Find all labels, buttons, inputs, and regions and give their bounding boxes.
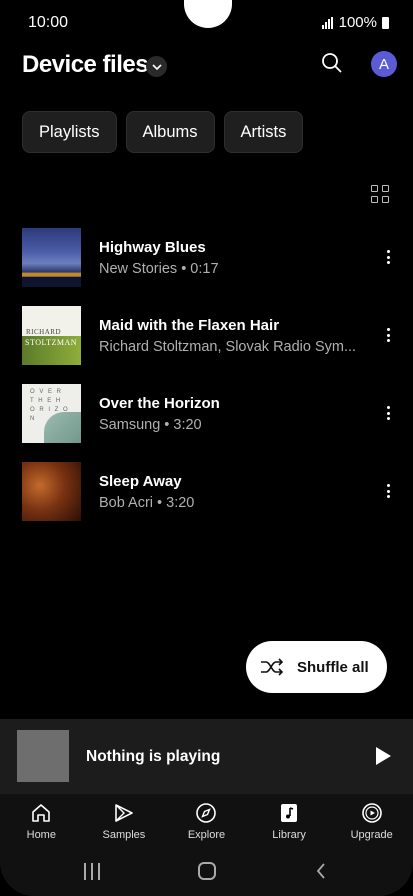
battery-icon [382, 16, 389, 29]
shuffle-icon [261, 658, 284, 676]
compass-icon [194, 801, 218, 825]
bottom-nav: Home Samples Explore Library Upgrade [0, 794, 413, 850]
chevron-down-icon [151, 63, 162, 70]
chip-playlists[interactable]: Playlists [22, 111, 117, 153]
back-icon[interactable] [316, 863, 326, 879]
nav-label: Explore [187, 829, 226, 841]
more-options-button[interactable] [383, 482, 393, 500]
search-icon [322, 53, 342, 73]
song-row[interactable]: Sleep Away Bob Acri • 3:20 [22, 462, 393, 540]
page-title: Device files [22, 51, 149, 78]
song-info: Over the Horizon Samsung • 3:20 [99, 395, 363, 433]
nav-label: Samples [102, 829, 146, 841]
song-info: Highway Blues New Stories • 0:17 [99, 239, 363, 277]
filter-chips: Playlists Albums Artists [22, 111, 304, 153]
nav-label: Upgrade [350, 829, 393, 841]
song-subtitle: Samsung • 3:20 [99, 417, 202, 433]
album-art: O V E R T H E H O R I Z O N [22, 384, 81, 443]
song-row[interactable]: RICHARD STOLTZMAN Maid with the Flaxen H… [22, 306, 393, 384]
song-subtitle: Bob Acri • 3:20 [99, 495, 195, 511]
grid-icon [371, 185, 378, 192]
title-dropdown-button[interactable] [146, 56, 167, 77]
chip-albums[interactable]: Albums [125, 111, 215, 153]
more-options-button[interactable] [383, 404, 393, 422]
nav-home[interactable]: Home [0, 794, 83, 850]
grid-view-toggle[interactable] [371, 185, 389, 203]
song-title: Highway Blues [99, 239, 206, 256]
album-art-text: STOLTZMAN [25, 338, 78, 347]
header: Device files A [22, 46, 397, 86]
phone-screen: 10:00 100% Device files A Playlists Albu… [0, 0, 413, 896]
song-info: Maid with the Flaxen Hair Richard Stoltz… [99, 317, 363, 355]
shuffle-all-button[interactable]: Shuffle all [246, 641, 387, 693]
song-title: Maid with the Flaxen Hair [99, 317, 280, 334]
system-nav-bar [0, 850, 413, 896]
song-title: Over the Horizon [99, 395, 220, 412]
home-icon [29, 801, 53, 825]
nav-library[interactable]: Library [248, 794, 331, 850]
nav-explore[interactable]: Explore [165, 794, 248, 850]
now-playing-bar[interactable]: Nothing is playing [0, 719, 413, 794]
samples-icon [112, 801, 136, 825]
chip-artists[interactable]: Artists [223, 111, 304, 153]
status-indicators: 100% [321, 14, 389, 31]
song-subtitle: New Stories • 0:17 [99, 261, 219, 277]
nav-upgrade[interactable]: Upgrade [330, 794, 413, 850]
album-art [22, 462, 81, 521]
album-art-text: RICHARD [26, 328, 62, 336]
song-row[interactable]: Highway Blues New Stories • 0:17 [22, 228, 393, 306]
song-row[interactable]: O V E R T H E H O R I Z O N Over the Hor… [22, 384, 393, 462]
song-subtitle: Richard Stoltzman, Slovak Radio Sym... [99, 339, 357, 355]
song-title: Sleep Away [99, 473, 182, 490]
signal-icon [321, 16, 333, 29]
more-options-button[interactable] [383, 248, 393, 266]
nav-label: Library [272, 829, 306, 841]
status-time: 10:00 [28, 14, 69, 31]
more-options-button[interactable] [383, 326, 393, 344]
album-art: RICHARD STOLTZMAN [22, 306, 81, 365]
status-bar: 10:00 100% [0, 0, 413, 44]
home-button-icon[interactable] [198, 862, 216, 880]
now-playing-title: Nothing is playing [86, 748, 221, 765]
avatar[interactable]: A [371, 51, 397, 77]
now-playing-art [17, 730, 69, 782]
battery-percent: 100% [338, 14, 377, 31]
shuffle-label: Shuffle all [297, 658, 369, 676]
nav-samples[interactable]: Samples [83, 794, 166, 850]
upgrade-icon [360, 801, 384, 825]
song-info: Sleep Away Bob Acri • 3:20 [99, 473, 363, 511]
nav-label: Home [26, 829, 56, 841]
library-icon [277, 801, 301, 825]
song-list: Highway Blues New Stories • 0:17 RICHARD… [22, 228, 393, 540]
album-art [22, 228, 81, 287]
play-icon[interactable] [376, 747, 391, 765]
search-button[interactable] [319, 50, 345, 76]
recents-icon[interactable] [84, 863, 100, 880]
